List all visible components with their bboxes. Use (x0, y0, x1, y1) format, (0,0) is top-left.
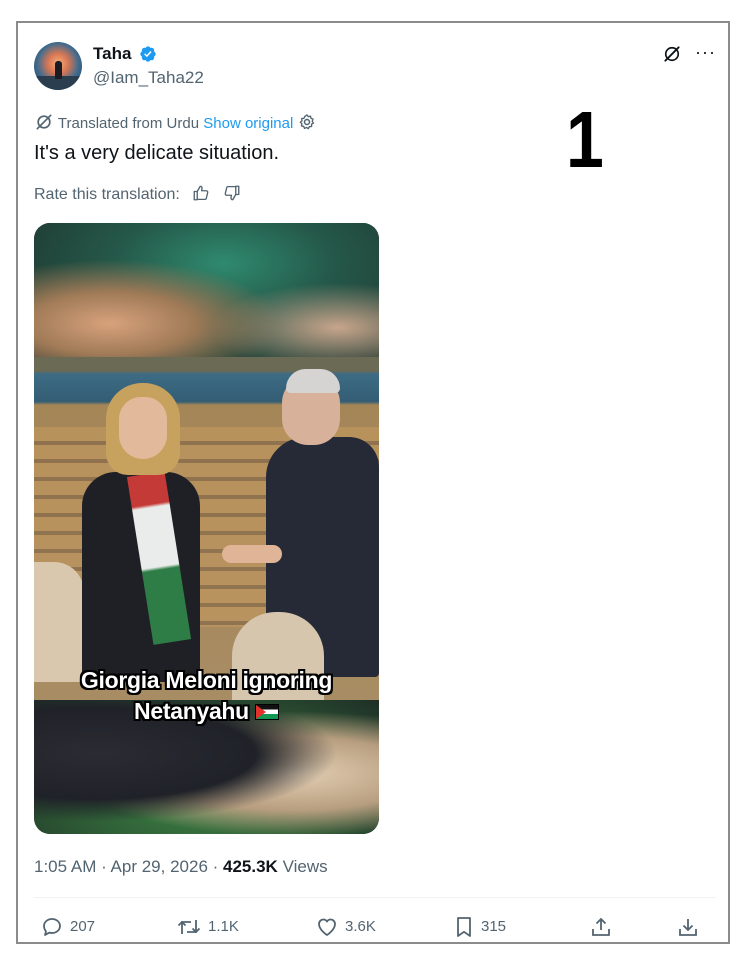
tweet-meta: 1:05 AM · Apr 29, 2026 · 425.3K Views (34, 856, 328, 878)
more-options-icon[interactable]: ··· (695, 42, 716, 62)
rate-label: Rate this translation: (34, 186, 180, 203)
caption-line-1: Giorgia Meloni ignoring (80, 667, 333, 693)
translate-icon (36, 114, 52, 130)
like-button[interactable]: 3.6K (315, 914, 376, 940)
meta-separator: · (207, 857, 224, 876)
settings-gear-icon[interactable] (297, 112, 317, 132)
repost-icon (177, 920, 201, 934)
overlay-number: 1 (566, 95, 604, 184)
bookmark-icon (457, 917, 471, 937)
bookmark-button[interactable]: 315 (453, 914, 506, 940)
tweet-date[interactable]: Apr 29, 2026 (111, 857, 208, 876)
download-button[interactable] (676, 914, 706, 940)
media-video-frame (34, 357, 379, 700)
grok-icon[interactable] (662, 44, 682, 64)
translation-row: Translated from Urdu Show original (34, 112, 317, 132)
repost-count: 1.1K (208, 918, 239, 935)
caption-line-2: Netanyahu (134, 698, 249, 724)
bookmark-count: 315 (481, 918, 507, 935)
share-button[interactable] (589, 914, 619, 940)
verified-badge-icon (140, 46, 156, 62)
thumbs-down-icon[interactable] (223, 184, 241, 202)
views-count: 425.3K (223, 857, 278, 876)
heart-icon (318, 918, 336, 936)
meta-separator: · (96, 857, 111, 876)
repost-button[interactable]: 1.1K (176, 914, 239, 940)
author-name[interactable]: Taha (93, 44, 131, 64)
tweet-text: It's a very delicate situation. (34, 142, 280, 164)
tweet-time[interactable]: 1:05 AM (34, 857, 96, 876)
thumbs-up-icon[interactable] (192, 184, 210, 202)
show-original-link[interactable]: Show original (203, 115, 293, 132)
download-icon (679, 919, 697, 936)
palestine-flag-icon (254, 704, 279, 720)
media-blur-top (34, 223, 379, 357)
share-icon (592, 917, 610, 936)
video-media[interactable]: Giorgia Meloni ignoring Netanyahu (34, 223, 379, 834)
author-handle[interactable]: @Iam_Taha22 (93, 68, 204, 88)
views-label: Views (277, 857, 328, 876)
translation-note: Translated from Urdu (57, 115, 200, 132)
divider (34, 897, 716, 898)
rate-translation-row: Rate this translation: (34, 184, 241, 205)
like-count: 3.6K (345, 918, 376, 935)
avatar[interactable] (34, 42, 82, 90)
reply-button[interactable]: 207 (40, 914, 95, 940)
video-caption: Giorgia Meloni ignoring Netanyahu (34, 665, 379, 727)
reply-count: 207 (70, 918, 96, 935)
reply-icon (43, 918, 61, 936)
